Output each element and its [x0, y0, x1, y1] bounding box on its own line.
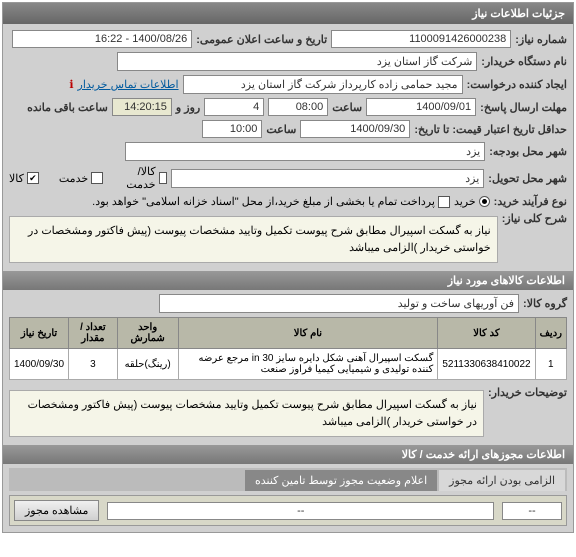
status-dash1: -- — [502, 502, 562, 520]
deadline-label: مهلت ارسال پاسخ: — [480, 101, 567, 114]
requester-label: ایجاد کننده درخواست: — [467, 78, 567, 91]
checkbox-icon — [27, 172, 39, 184]
checkbox-icon — [438, 196, 450, 208]
th-unit: واحد شمارش — [117, 318, 178, 349]
need-desc-label: شرح کلی نیاز: — [502, 212, 567, 225]
announce-label: تاریخ و ساعت اعلان عمومی: — [196, 33, 327, 46]
chk-service[interactable]: خدمت — [59, 172, 103, 185]
tab-mandatory[interactable]: الزامی بودن ارائه مجوز — [439, 470, 565, 491]
announce-field: 1400/08/26 - 16:22 — [12, 30, 192, 48]
td-name: گسکت اسپیرال آهنی شکل دایره سایز 30 in م… — [178, 349, 438, 380]
radio-buy[interactable]: خرید — [454, 195, 490, 208]
buyer-org-field: شرکت گاز استان یزد — [117, 52, 477, 71]
th-idx: ردیف — [535, 318, 566, 349]
validity-time: 10:00 — [202, 120, 262, 138]
th-date: تاریخ نیاز — [10, 318, 69, 349]
requester-field: مجید حمامی زاده کارپرداز شرکت گاز استان … — [183, 75, 463, 94]
buyer-notes-text: نیاز به گسکت اسپیرال مطابق شرح پیوست تکم… — [9, 390, 484, 437]
need-desc-text: نیاز به گسکت اسپیرال مطابق شرح پیوست تکم… — [9, 216, 498, 263]
th-qty: تعداد / مقدار — [69, 318, 118, 349]
goods-group-field: فن آوریهای ساخت و تولید — [159, 294, 519, 313]
chk-treasury[interactable]: پرداخت تمام یا بخشی از مبلغ خرید،از محل … — [92, 195, 450, 208]
process-label: نوع فرآیند خرید: — [494, 195, 567, 208]
budget-place-field: یزد — [125, 142, 485, 161]
th-code: کد کالا — [438, 318, 535, 349]
table-row: 1 5211330638410022 گسکت اسپیرال آهنی شکل… — [10, 349, 567, 380]
info-icon: ℹ — [69, 78, 73, 91]
deadline-remain: 14:20:15 — [112, 98, 172, 116]
permits-header: اطلاعات مجوزهای ارائه خدمت / کالا — [3, 445, 573, 464]
goods-header: اطلاعات کالاهای مورد نیاز — [3, 271, 573, 290]
td-code: 5211330638410022 — [438, 349, 535, 380]
checkbox-icon — [159, 172, 168, 184]
chk-goods-service[interactable]: کالا/خدمت — [123, 165, 167, 191]
td-unit: (رینگ)حلقه — [117, 349, 178, 380]
checkbox-icon — [91, 172, 103, 184]
radio-icon — [479, 196, 490, 207]
deadline-date: 1400/09/01 — [366, 98, 476, 116]
tab-status[interactable]: اعلام وضعیت مجوز توسط تامین کننده — [245, 470, 437, 491]
radio-buy-label: خرید — [454, 195, 476, 208]
validity-date: 1400/09/30 — [300, 120, 410, 138]
panel-title: جزئیات اطلاعات نیاز — [3, 3, 573, 24]
delivery-place-label: شهر محل تحویل: — [488, 172, 567, 185]
validity-label: حداقل تاریخ اعتبار قیمت: تا تاریخ: — [414, 123, 567, 136]
buyer-org-label: نام دستگاه خریدار: — [481, 55, 567, 68]
need-no-label: شماره نیاز: — [515, 33, 567, 46]
chk-goods-label: کالا — [9, 172, 24, 185]
budget-place-label: شهر محل بودجه: — [489, 145, 567, 158]
buyer-notes-label: توضیحات خریدار: — [488, 386, 567, 399]
delivery-place-field: یزد — [171, 169, 484, 188]
need-no-field: 1100091426000238 — [331, 30, 511, 48]
contact-link[interactable]: اطلاعات تماس خریدار — [78, 78, 179, 91]
chk-treasury-label: پرداخت تمام یا بخشی از مبلغ خرید،از محل … — [92, 195, 435, 208]
status-row: -- -- مشاهده مجوز — [9, 495, 567, 526]
validity-time-label: ساعت — [266, 123, 296, 136]
td-qty: 3 — [69, 349, 118, 380]
th-name: نام کالا — [178, 318, 438, 349]
goods-group-label: گروه کالا: — [523, 297, 567, 310]
chk-gs-label: کالا/خدمت — [123, 165, 155, 191]
main-panel: جزئیات اطلاعات نیاز شماره نیاز: 11000914… — [2, 2, 574, 533]
view-permit-button[interactable]: مشاهده مجوز — [14, 500, 99, 521]
deadline-remain-label: ساعت باقی مانده — [27, 101, 108, 114]
goods-table: ردیف کد کالا نام کالا واحد شمارش تعداد /… — [9, 317, 567, 380]
td-date: 1400/09/30 — [10, 349, 69, 380]
deadline-time: 08:00 — [268, 98, 328, 116]
chk-goods[interactable]: کالا — [9, 172, 39, 185]
td-idx: 1 — [535, 349, 566, 380]
chk-service-label: خدمت — [59, 172, 88, 185]
deadline-time-label: ساعت — [332, 101, 362, 114]
table-header-row: ردیف کد کالا نام کالا واحد شمارش تعداد /… — [10, 318, 567, 349]
status-dash2: -- — [107, 502, 494, 520]
deadline-days: 4 — [204, 98, 264, 116]
tabs: الزامی بودن ارائه مجوز اعلام وضعیت مجوز … — [9, 468, 567, 491]
deadline-days-label: روز و — [176, 101, 200, 114]
panel-body: شماره نیاز: 1100091426000238 تاریخ و ساع… — [3, 24, 573, 532]
